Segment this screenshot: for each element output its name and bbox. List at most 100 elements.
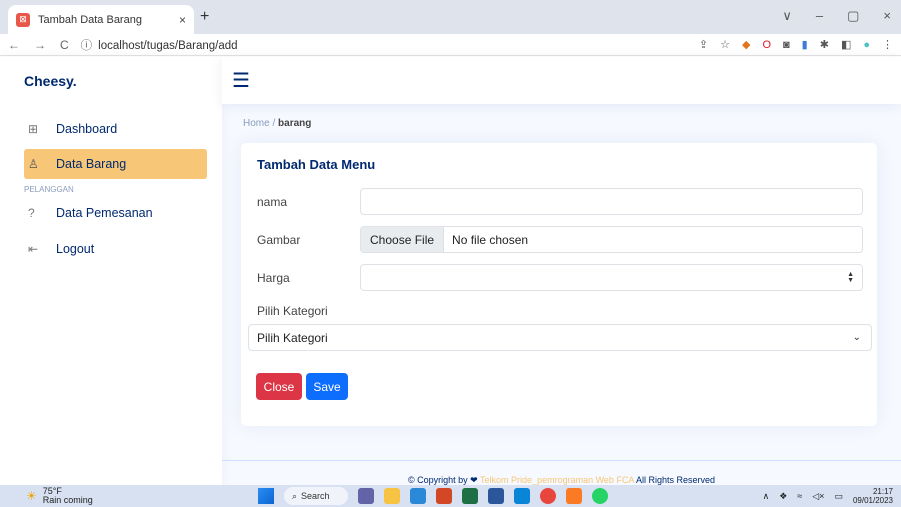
new-tab-button[interactable]: + <box>200 8 209 26</box>
clock-date: 09/01/2023 <box>852 496 893 505</box>
favicon-icon: ⊠ <box>16 12 30 27</box>
chevron-down-icon: ⌄ <box>852 332 861 343</box>
opera-icon[interactable]: O <box>762 39 771 51</box>
system-tray: ∧ ❖ ≈ ◁× ▭ 21:17 09/01/2023 <box>763 487 893 505</box>
weather-text: Rain coming <box>42 495 93 505</box>
breadcrumb-separator: / <box>272 118 276 129</box>
sidebar-item-label: Dashboard <box>56 122 118 136</box>
file-explorer-icon[interactable] <box>384 488 400 504</box>
sidebar-item-label: Data Pemesanan <box>56 206 153 220</box>
sidebar-item-data-barang[interactable]: ♙ Data Barang <box>24 149 207 179</box>
sidepanel-icon[interactable]: ◧ <box>841 38 851 51</box>
dropbox-icon[interactable]: ❖ <box>779 491 787 502</box>
kategori-selected: Pilih Kategori <box>257 330 328 345</box>
chrome-icon[interactable] <box>540 488 556 504</box>
heart-icon: ❤ <box>470 475 478 485</box>
browser-tab[interactable]: ⊠ Tambah Data Barang × <box>8 5 194 34</box>
store-icon[interactable] <box>410 488 426 504</box>
address-bar: ← → C ⓘ localhost/tugas/Barang/add ⇪ ☆ ◆ … <box>0 34 901 56</box>
windows-start-icon[interactable] <box>258 488 274 504</box>
brand-logo[interactable]: Cheesy. <box>0 57 222 104</box>
tab-close-icon[interactable]: × <box>179 13 186 27</box>
close-button[interactable]: Close <box>256 373 302 400</box>
taskbar: ☀ 75°F Rain coming ⌕ Search ∧ ❖ ≈ ◁× ▭ 2… <box>0 485 901 507</box>
weather-icon: ☀ <box>26 488 37 503</box>
wifi-icon[interactable]: ≈ <box>797 491 802 501</box>
taskbar-search[interactable]: ⌕ Search <box>284 487 348 505</box>
forward-icon[interactable]: → <box>34 38 46 52</box>
close-window-button[interactable]: × <box>883 8 891 24</box>
volume-icon[interactable]: ◁× <box>812 491 824 502</box>
extensions-bar: ⇪ ☆ ◆ O ◙ ▮ ✱ ◧ ● ⋮ <box>699 38 893 52</box>
hamburger-icon[interactable]: ☰ <box>232 68 250 93</box>
gambar-label: Gambar <box>257 233 301 247</box>
logout-icon: ⇤ <box>28 242 39 256</box>
sidebar-item-label: Data Barang <box>56 157 127 171</box>
topbar: ☰ <box>222 57 901 104</box>
nama-label: nama <box>257 195 288 209</box>
sidebar-item-label: Logout <box>56 242 95 256</box>
sidebar-item-data-pemesanan[interactable]: ? Data Pemesanan <box>24 198 207 228</box>
file-status: No file chosen <box>452 232 529 247</box>
battery-icon[interactable]: ▭ <box>834 491 843 502</box>
search-icon: ⌕ <box>292 490 298 501</box>
question-icon: ? <box>28 206 35 220</box>
star-icon[interactable]: ☆ <box>720 38 730 51</box>
harga-label: Harga <box>257 271 290 285</box>
sidebar: Cheesy. ⊞ Dashboard ♙ Data Barang PELANG… <box>0 57 222 485</box>
whatsapp-icon[interactable] <box>592 488 608 504</box>
weather-widget[interactable]: ☀ 75°F Rain coming <box>26 487 93 505</box>
search-label: Search <box>301 491 330 501</box>
sidebar-heading: PELANGGAN <box>24 185 74 194</box>
sidebar-item-logout[interactable]: ⇤ Logout <box>24 234 207 264</box>
powerpoint-icon[interactable] <box>436 488 452 504</box>
puzzle-icon[interactable]: ✱ <box>820 38 829 51</box>
clock[interactable]: 21:17 09/01/2023 <box>853 487 893 505</box>
taskbar-apps: ⌕ Search <box>258 487 608 505</box>
clock-time: 21:17 <box>872 487 893 496</box>
form-card: Tambah Data Menu nama Gambar Choose File… <box>241 143 877 426</box>
gambar-file-input[interactable]: Choose File No file chosen <box>360 226 863 253</box>
browser-tabbar: ⊠ Tambah Data Barang × + ∨ – ▢ × <box>0 0 901 34</box>
url-field[interactable]: ⓘ localhost/tugas/Barang/add <box>81 37 238 53</box>
url-text: localhost/tugas/Barang/add <box>98 39 238 52</box>
harga-input[interactable]: ▲ ▼ <box>360 264 863 291</box>
footer: © Copyright by ❤ Telkom Pride_pemrograma… <box>222 460 901 485</box>
kategori-select[interactable]: Pilih Kategori ⌄ <box>248 324 872 351</box>
maximize-button[interactable]: ▢ <box>847 8 859 24</box>
tray-chevron-icon[interactable]: ∧ <box>763 491 770 502</box>
footer-link[interactable]: Telkom Pride_pemrograman Web FCA <box>480 475 634 485</box>
save-button[interactable]: Save <box>306 373 348 400</box>
nav-buttons: ← → C <box>8 38 69 52</box>
breadcrumb-home[interactable]: Home <box>243 118 270 129</box>
user-icon: ♙ <box>28 157 39 171</box>
tab-search-icon[interactable]: ∨ <box>782 8 792 24</box>
minimize-button[interactable]: – <box>816 8 823 24</box>
vscode-icon[interactable] <box>514 488 530 504</box>
breadcrumb: Home / barang <box>243 118 311 129</box>
form-title: Tambah Data Menu <box>257 157 376 172</box>
window-controls: ∨ – ▢ × <box>782 8 891 24</box>
bookmark-ext-icon[interactable]: ▮ <box>802 38 808 51</box>
info-icon[interactable]: ⓘ <box>81 40 93 52</box>
back-icon[interactable]: ← <box>8 38 20 52</box>
grid-icon: ⊞ <box>28 122 39 136</box>
kategori-label: Pilih Kategori <box>257 304 328 318</box>
nama-input[interactable] <box>360 188 863 215</box>
reload-icon[interactable]: C <box>60 38 69 52</box>
spinner-icon[interactable]: ▲ ▼ <box>847 271 854 284</box>
camera-icon[interactable]: ◙ <box>783 39 790 51</box>
choose-file-button[interactable]: Choose File <box>361 227 445 252</box>
word-icon[interactable] <box>488 488 504 504</box>
tab-title: Tambah Data Barang <box>38 13 142 26</box>
sidebar-item-dashboard[interactable]: ⊞ Dashboard <box>24 114 207 144</box>
metamask-icon[interactable]: ◆ <box>742 38 750 51</box>
profile-avatar-icon[interactable]: ● <box>863 39 870 51</box>
meet-icon[interactable] <box>358 488 374 504</box>
share-icon[interactable]: ⇪ <box>699 38 708 51</box>
menu-dots-icon[interactable]: ⋮ <box>882 38 893 51</box>
footer-suffix: All Rights Reserved <box>635 475 715 485</box>
footer-prefix: © Copyright by <box>407 475 468 485</box>
xampp-icon[interactable] <box>566 488 582 504</box>
excel-icon[interactable] <box>462 488 478 504</box>
